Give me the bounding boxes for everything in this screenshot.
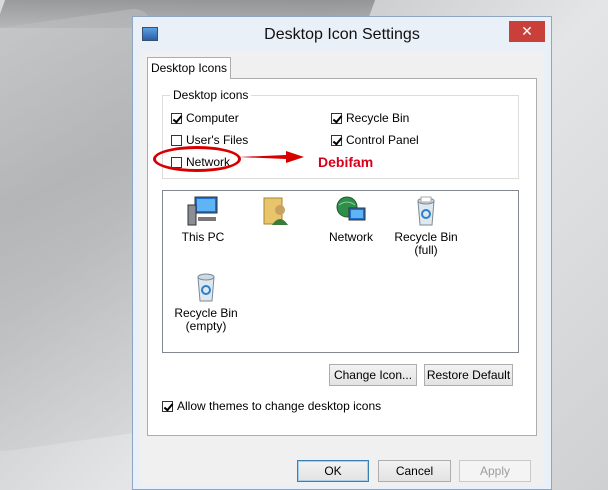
list-item-network[interactable]: Network: [316, 195, 386, 244]
checkbox-box[interactable]: [171, 112, 182, 124]
checkbox-label: User's Files: [186, 133, 249, 147]
desktop-icon-settings-window: Desktop Icon Settings ✕ Desktop Icons De…: [132, 16, 552, 490]
checkbox-box[interactable]: [331, 112, 342, 124]
close-icon: ✕: [521, 23, 533, 39]
list-item-user-files[interactable]: [240, 195, 310, 231]
checkbox-allow-themes[interactable]: Allow themes to change desktop icons: [162, 398, 381, 414]
window-title: Desktop Icon Settings: [264, 26, 420, 43]
icon-label: Recycle Bin (empty): [174, 306, 238, 333]
dialog-client-area: Desktop Icons Desktop icons Computer Use…: [140, 51, 544, 485]
close-button[interactable]: ✕: [509, 21, 545, 42]
annotation-arrow-icon: [238, 151, 304, 163]
checkbox-label: Computer: [186, 111, 239, 125]
change-icon-button[interactable]: Change Icon...: [329, 364, 417, 386]
cancel-button[interactable]: Cancel: [378, 460, 451, 482]
checkbox-computer[interactable]: Computer: [171, 110, 239, 126]
list-item-recycle-bin-empty[interactable]: Recycle Bin (empty): [171, 271, 241, 333]
recycle-bin-empty-icon: [197, 273, 215, 302]
watermark-text: Debifam: [318, 154, 374, 170]
restore-default-button[interactable]: Restore Default: [424, 364, 513, 386]
apply-button[interactable]: Apply: [459, 460, 531, 482]
checkbox-box[interactable]: [331, 134, 342, 146]
icon-preview-list[interactable]: This PC Network Recycle Bin (full) Recyc…: [162, 190, 519, 353]
computer-icon: [187, 196, 218, 226]
checkbox-label: Recycle Bin: [346, 111, 410, 125]
checkbox-box[interactable]: [162, 400, 173, 412]
checkbox-label: Control Panel: [346, 133, 419, 147]
checkbox-box[interactable]: [171, 134, 182, 146]
list-item-this-pc[interactable]: This PC: [168, 195, 238, 244]
tab-panel: Desktop icons Computer User's Files Netw…: [147, 78, 537, 436]
ok-button[interactable]: OK: [297, 460, 369, 482]
user-folder-icon: [263, 197, 288, 225]
title-bar[interactable]: Desktop Icon Settings ✕: [133, 17, 551, 51]
checkbox-control-panel[interactable]: Control Panel: [331, 132, 419, 148]
annotation-ellipse: [153, 146, 241, 172]
checkbox-label: Allow themes to change desktop icons: [177, 399, 382, 413]
tab-desktop-icons[interactable]: Desktop Icons: [147, 57, 231, 79]
checkbox-recycle-bin[interactable]: Recycle Bin: [331, 110, 409, 126]
network-icon: [336, 196, 366, 221]
group-label: Desktop icons: [170, 88, 252, 102]
icon-label: Recycle Bin (full): [394, 230, 458, 257]
recycle-bin-full-icon: [417, 196, 435, 226]
icon-label: Network: [328, 230, 373, 244]
icon-label: This PC: [181, 230, 225, 244]
list-item-recycle-bin-full[interactable]: Recycle Bin (full): [391, 195, 461, 257]
